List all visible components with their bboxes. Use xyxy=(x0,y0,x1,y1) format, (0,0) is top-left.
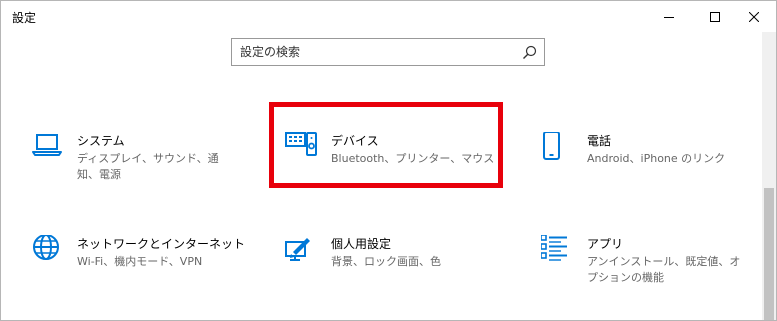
category-name: 電話 xyxy=(587,134,612,148)
search-box[interactable] xyxy=(231,38,545,66)
scrollbar[interactable] xyxy=(762,32,776,320)
search-input[interactable] xyxy=(240,42,510,62)
window-title: 設定 xyxy=(12,11,37,25)
paintbrush-icon xyxy=(285,238,310,261)
category-name: ネットワークとインターネット xyxy=(77,237,246,251)
phone-icon xyxy=(543,132,560,160)
close-icon xyxy=(749,11,759,22)
minimize-button[interactable] xyxy=(646,1,692,32)
close-button[interactable] xyxy=(731,1,776,32)
category-description: アンインストール、既定値、オプションの機能 xyxy=(587,255,741,284)
highlight-box xyxy=(269,102,503,188)
app-list-icon xyxy=(541,235,567,261)
laptop-icon xyxy=(32,134,62,156)
category-description: Wi-Fi、機内モード、VPN xyxy=(77,255,203,268)
category-description: ディスプレイ、サウンド、通知、電源 xyxy=(77,152,219,181)
category-name: システム xyxy=(77,134,125,148)
category-name: 個人用設定 xyxy=(331,237,392,251)
globe-icon xyxy=(33,235,59,260)
category-name: アプリ xyxy=(587,237,624,251)
category-description: Android、iPhone のリンク xyxy=(587,152,726,165)
title-bar[interactable]: 設定 xyxy=(1,1,776,32)
scrollbar-thumb[interactable] xyxy=(764,188,774,320)
minimize-icon xyxy=(664,16,674,18)
category-description: 背景、ロック画面、色 xyxy=(331,255,441,268)
maximize-icon xyxy=(710,11,720,22)
search-icon[interactable] xyxy=(522,45,537,60)
settings-window: 設定 システム ディスプレ xyxy=(0,0,777,321)
